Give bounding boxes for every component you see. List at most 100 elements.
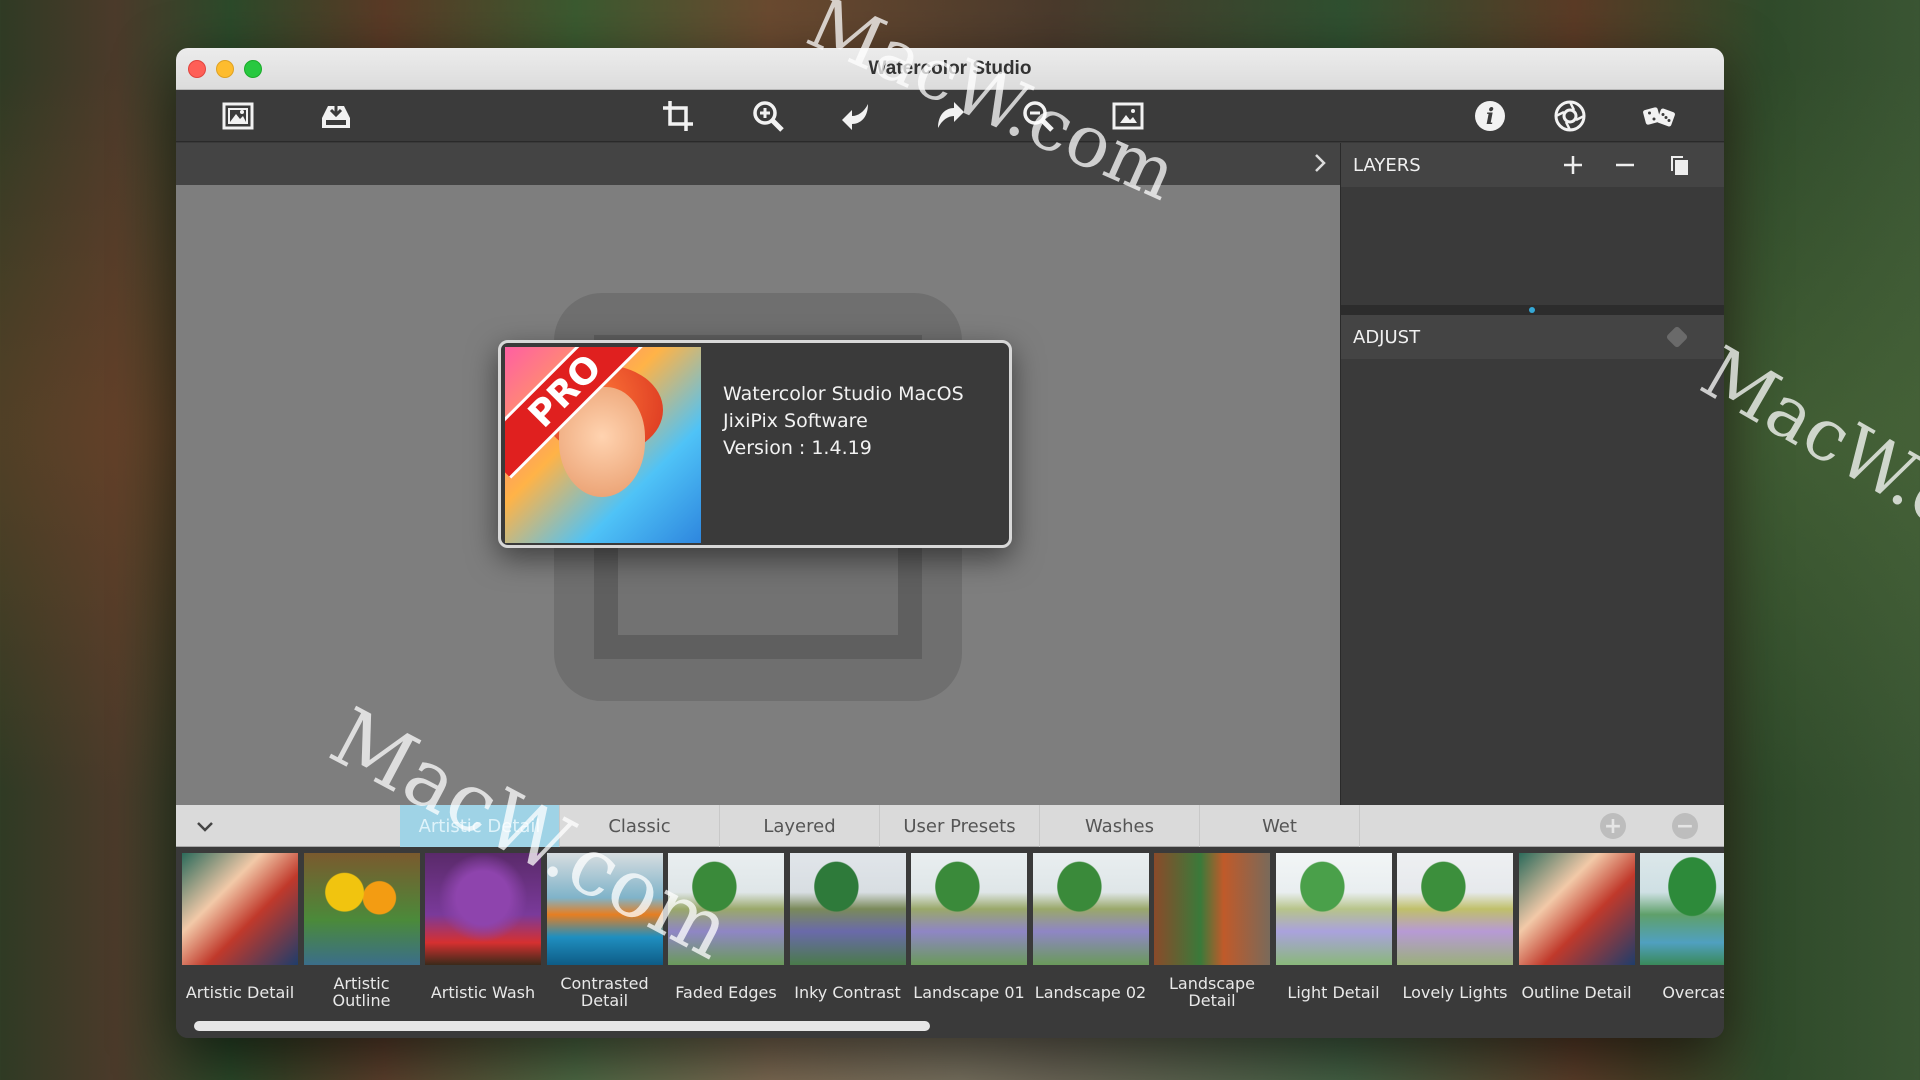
settings-button[interactable] [1550,98,1590,134]
preset-scrollbar[interactable] [194,1021,1714,1031]
right-sidebar: LAYERS ADJUST [1340,143,1724,805]
preset-label: Outline Detail [1521,983,1632,1002]
preset-item[interactable]: Light Detail [1275,853,1392,1013]
preset-item[interactable]: Outline Detail [1518,853,1635,1013]
remove-preset-button[interactable]: − [1672,813,1698,839]
preset-thumbnail [1275,853,1392,965]
preset-tab-washes[interactable]: Washes [1040,805,1200,847]
preset-thumbnail [303,853,420,965]
about-info: Watercolor Studio MacOS JixiPix Software… [723,381,964,462]
random-preset-button[interactable] [1636,98,1684,134]
add-preset-button[interactable]: + [1600,813,1626,839]
about-app-name: Watercolor Studio MacOS [723,383,964,405]
preset-strip: Artistic Detail Artistic Outline Artistic … [176,847,1724,1038]
redo-arrow-icon [938,102,964,128]
about-version: Version : 1.4.19 [723,437,872,459]
info-button[interactable]: i [1470,98,1510,134]
tray-download-icon [322,104,350,128]
preset-scrollbar-thumb[interactable] [194,1021,930,1031]
add-layer-button[interactable] [1561,153,1585,177]
toolbar: i [176,90,1724,142]
svg-text:i: i [1486,104,1494,130]
preset-item[interactable]: Artistic Outline [303,853,420,1013]
window-title: Watercolor Studio [868,57,1032,79]
chevron-down-icon[interactable] [194,815,216,837]
crop-icon [663,101,693,131]
about-company: JixiPix Software [723,410,868,432]
save-image-button[interactable] [316,98,356,134]
open-image-button[interactable] [218,98,258,134]
panel-splitter[interactable] [1341,305,1724,315]
about-dialog[interactable]: PRO Watercolor Studio MacOS JixiPix Soft… [498,340,1012,548]
image-frame-icon [222,102,254,130]
preset-item[interactable]: Landscape 01 [911,853,1027,1013]
canvas-header [176,143,1340,185]
remove-layer-button[interactable] [1613,153,1637,177]
zoom-in-button[interactable] [748,98,788,134]
dice-icon [1666,326,1688,348]
redo-button[interactable] [928,98,968,134]
preset-label: Faded Edges [675,983,777,1002]
splitter-handle [1529,307,1535,313]
close-window-button[interactable] [188,60,206,78]
zoom-out-button[interactable] [1018,98,1058,134]
layers-header: LAYERS [1341,143,1724,187]
adjust-title: ADJUST [1353,326,1421,348]
preset-item[interactable]: Landscape Detail [1154,853,1270,1013]
undo-button[interactable] [838,98,878,134]
adjust-random-button[interactable] [1665,325,1689,349]
zoom-in-icon [753,101,784,132]
preset-thumbnail [1518,853,1635,965]
preset-label: Landscape 02 [1034,983,1147,1002]
preset-item[interactable]: Contrasted Detail [546,853,663,1013]
app-logo: PRO [505,347,701,543]
preset-tab-artistic-detail[interactable]: Artistic Detail [400,805,560,847]
adjust-header: ADJUST [1341,315,1724,359]
minimize-window-button[interactable] [216,60,234,78]
preset-label: Artistic Detail [185,983,295,1002]
zoom-out-icon [1023,101,1054,132]
preset-tab-user-presets[interactable]: User Presets [880,805,1040,847]
preset-thumbnail [546,853,663,965]
preset-label: Lovely Lights [1402,983,1508,1002]
preset-item[interactable]: Inky Contrast [789,853,906,1013]
preset-thumbnail [182,853,298,965]
copy-icon [1671,156,1688,175]
maximize-window-button[interactable] [244,60,262,78]
layers-list[interactable] [1341,187,1724,305]
preset-tab-classic[interactable]: Classic [560,805,720,847]
image-frame-icon [1112,102,1144,130]
preset-label: Inky Contrast [794,983,901,1002]
plus-icon [1564,156,1582,174]
preset-thumbnail [1397,853,1513,965]
preset-label: Overcast [1662,983,1724,1002]
preset-thumbnail [1032,853,1149,965]
preset-thumbnail [911,853,1027,965]
chevron-right-icon[interactable] [1308,151,1332,175]
preset-tab-layered[interactable]: Layered [720,805,880,847]
preset-thumbnail [1154,853,1270,965]
crop-button[interactable] [658,98,698,134]
title-bar: Watercolor Studio [176,48,1724,90]
preset-label: Landscape 01 [913,983,1025,1002]
preset-tabs-bar: Artistic Detail Classic Layered User Preset… [176,805,1724,847]
preset-thumbnail [1640,853,1724,965]
preset-item[interactable]: Artistic Detail [182,853,298,1013]
preset-thumbnail [789,853,906,965]
duplicate-layer-button[interactable] [1667,153,1691,177]
image-canvas[interactable]: PRO Watercolor Studio MacOS JixiPix Soft… [176,185,1340,805]
window-controls [188,60,262,78]
fit-image-button[interactable] [1108,98,1148,134]
dice-icon [1643,107,1675,127]
aperture-icon [1554,100,1586,132]
preset-item[interactable]: Artistic Wash [425,853,541,1013]
preset-item[interactable]: Overcast [1640,853,1724,1013]
preset-item[interactable]: Faded Edges [668,853,784,1013]
preset-label: Light Detail [1287,983,1380,1002]
preset-tab-wet[interactable]: Wet [1200,805,1360,847]
preset-item[interactable]: Landscape 02 [1032,853,1149,1013]
preset-label: Artistic Outline [332,974,391,1010]
layers-title: LAYERS [1353,154,1421,176]
preset-item[interactable]: Lovely Lights [1397,853,1513,1013]
preset-label: Artistic Wash [430,983,536,1002]
